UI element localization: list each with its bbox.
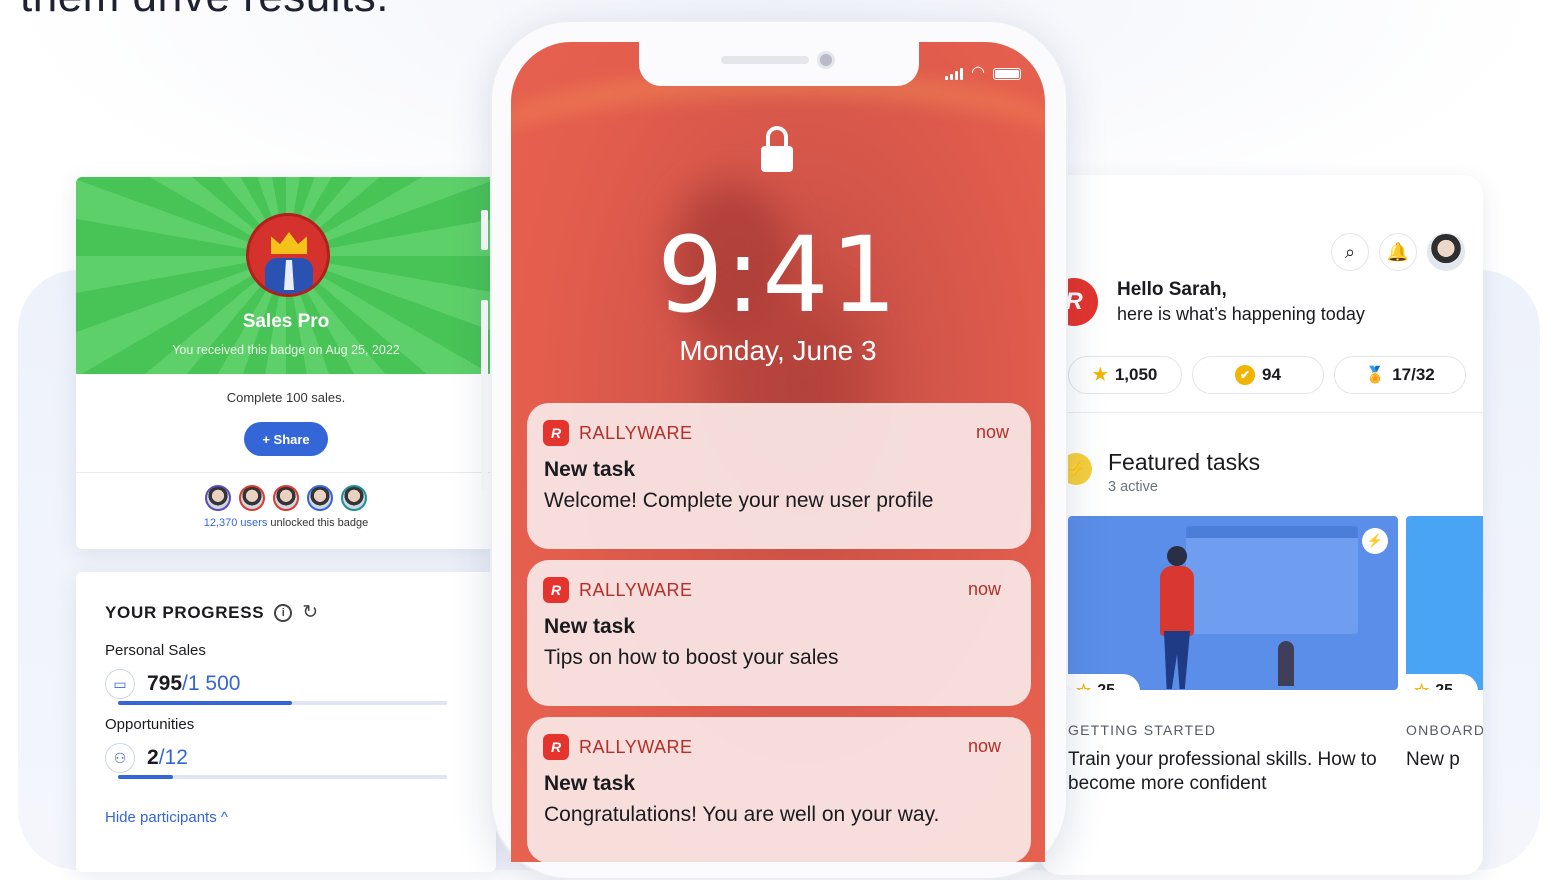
notification[interactable]: R RALLYWARE now New task Congratulations!… <box>527 717 1031 862</box>
badge-received-date: You received this badge on Aug 25, 2022 <box>172 343 400 357</box>
crown-icon <box>271 232 307 254</box>
star-icon: ☆ <box>1414 681 1429 690</box>
metric-label: Personal Sales <box>105 642 206 659</box>
notification-time: now <box>967 579 1001 599</box>
people-icon: ⚇ <box>105 743 135 773</box>
share-label: Share <box>273 431 310 447</box>
featured-tasks-title: Featured tasks <box>1108 449 1261 475</box>
task-card[interactable]: ⚡ ☆25 GETTING STARTED Train your profess… <box>1068 516 1398 856</box>
task-points: ☆25 <box>1406 674 1478 690</box>
badge-title: Sales Pro <box>242 311 330 332</box>
signal-icon <box>945 68 964 80</box>
refresh-icon[interactable]: ↻ <box>302 603 318 622</box>
divider <box>1040 412 1483 413</box>
top-actions: ⌕ 🔔 <box>1331 233 1465 271</box>
notification-app: RALLYWARE <box>579 579 693 600</box>
notification-time: now <box>967 736 1001 756</box>
notification-title: New task <box>544 772 636 795</box>
battery-icon <box>993 68 1021 80</box>
badges-stat[interactable]: 🏅 17/32 <box>1334 356 1466 394</box>
wallet-icon: ▭ <box>105 669 135 699</box>
progress-bar-opportunities <box>118 775 447 779</box>
metric-label: Opportunities <box>105 716 195 733</box>
task-title: Train your professional skills. How to b… <box>1068 749 1377 794</box>
notification-message: Tips on how to boost your sales <box>544 646 839 669</box>
rallyware-app-icon: R <box>543 420 569 446</box>
wifi-icon: ◠ <box>971 64 985 81</box>
task-category: GETTING STARTED <box>1068 722 1217 738</box>
task-title: New p <box>1406 749 1460 770</box>
bell-icon[interactable]: 🔔 <box>1379 233 1417 271</box>
rallyware-app-icon: R <box>543 577 569 603</box>
task-points: ☆25 <box>1068 674 1140 690</box>
lock-time: 9:41 <box>657 214 899 336</box>
camera-icon <box>817 51 835 69</box>
avatar[interactable] <box>239 485 265 511</box>
notification-title: New task <box>544 615 636 638</box>
star-icon: ★ <box>1092 365 1108 384</box>
greeting: Hello Sarah, <box>1117 279 1227 300</box>
share-button[interactable]: + Share <box>244 422 328 456</box>
metric-personal-sales: Personal Sales ▭ 795/1 500 <box>105 642 240 699</box>
info-icon[interactable]: i <box>274 604 293 622</box>
sales-pro-badge-icon <box>246 213 330 297</box>
progress-header: YOUR PROGRESS i ↻ <box>105 603 318 623</box>
check-icon: ✔ <box>1235 365 1256 385</box>
points-stat[interactable]: ★ 1,050 <box>1068 356 1182 394</box>
users-count-link[interactable]: 12,370 users <box>204 517 268 529</box>
unlocked-users-avatars[interactable] <box>76 485 496 511</box>
rallyware-app-icon: R <box>543 734 569 760</box>
user-avatar[interactable] <box>1427 233 1465 271</box>
featured-tasks-count: 3 active <box>1108 479 1158 495</box>
lock-screen: ◠ 9:41 Monday, June 3 R RALLYWARE now New… <box>511 42 1045 862</box>
task-category: ONBOARDING <box>1406 722 1483 738</box>
badge-hero: Sales Pro You received this badge on Aug… <box>76 177 496 374</box>
progress-bar-sales <box>118 701 447 705</box>
avatar[interactable] <box>307 485 333 511</box>
task-illustration: ☆25 <box>1406 516 1483 690</box>
metric-value: 2/12 <box>147 746 188 769</box>
task-card[interactable]: ☆25 ONBOARDING New p <box>1406 516 1483 856</box>
notification-time: now <box>975 422 1009 442</box>
notification[interactable]: R RALLYWARE now New task Tips on how to b… <box>527 560 1031 706</box>
lock-icon <box>761 126 793 172</box>
hide-participants-link[interactable]: Hide participants ^ <box>105 809 228 826</box>
notification-title: New task <box>544 458 636 481</box>
unlock-count: 12,370 users unlocked this badge <box>203 517 369 529</box>
avatar[interactable] <box>205 485 231 511</box>
badge-card: Sales Pro You received this badge on Aug… <box>76 177 496 549</box>
greeting-subtitle: here is what’s happening today <box>1117 304 1365 324</box>
notification-message: Welcome! Complete your new user profile <box>544 489 934 512</box>
notification-app: RALLYWARE <box>579 736 693 757</box>
star-icon: ☆ <box>1076 681 1091 690</box>
progress-title: YOUR PROGRESS <box>105 603 265 622</box>
badge-description: Complete 100 sales. <box>226 390 346 405</box>
task-illustration: ⚡ ☆25 <box>1068 516 1398 690</box>
metric-value: 795/1 500 <box>147 672 241 695</box>
lock-date: Monday, June 3 <box>679 335 877 366</box>
notification-app: RALLYWARE <box>579 422 693 443</box>
avatar[interactable] <box>341 485 367 511</box>
plus-icon: + <box>262 431 270 447</box>
metric-opportunities: Opportunities ⚇ 2/12 <box>105 716 194 773</box>
phone-notch <box>639 42 919 86</box>
home-dashboard-card: ⌕ 🔔 R Hello Sarah, here is what’s happen… <box>1040 175 1483 875</box>
status-bar: ◠ <box>945 64 1021 81</box>
search-icon[interactable]: ⌕ <box>1331 233 1369 271</box>
notification[interactable]: R RALLYWARE now New task Welcome! Complet… <box>527 403 1031 549</box>
page-headline: them drive results. <box>20 0 389 22</box>
divider <box>76 472 496 473</box>
avatar[interactable] <box>273 485 299 511</box>
progress-card: YOUR PROGRESS i ↻ Personal Sales ▭ 795/1… <box>76 572 496 872</box>
lightning-icon: ⚡ <box>1362 528 1388 554</box>
completed-stat[interactable]: ✔ 94 <box>1192 356 1324 394</box>
medal-icon: 🏅 <box>1365 367 1386 384</box>
notification-message: Congratulations! You are well on your wa… <box>544 803 940 826</box>
stats-row: ★ 1,050 ✔ 94 🏅 17/32 <box>1068 356 1466 394</box>
